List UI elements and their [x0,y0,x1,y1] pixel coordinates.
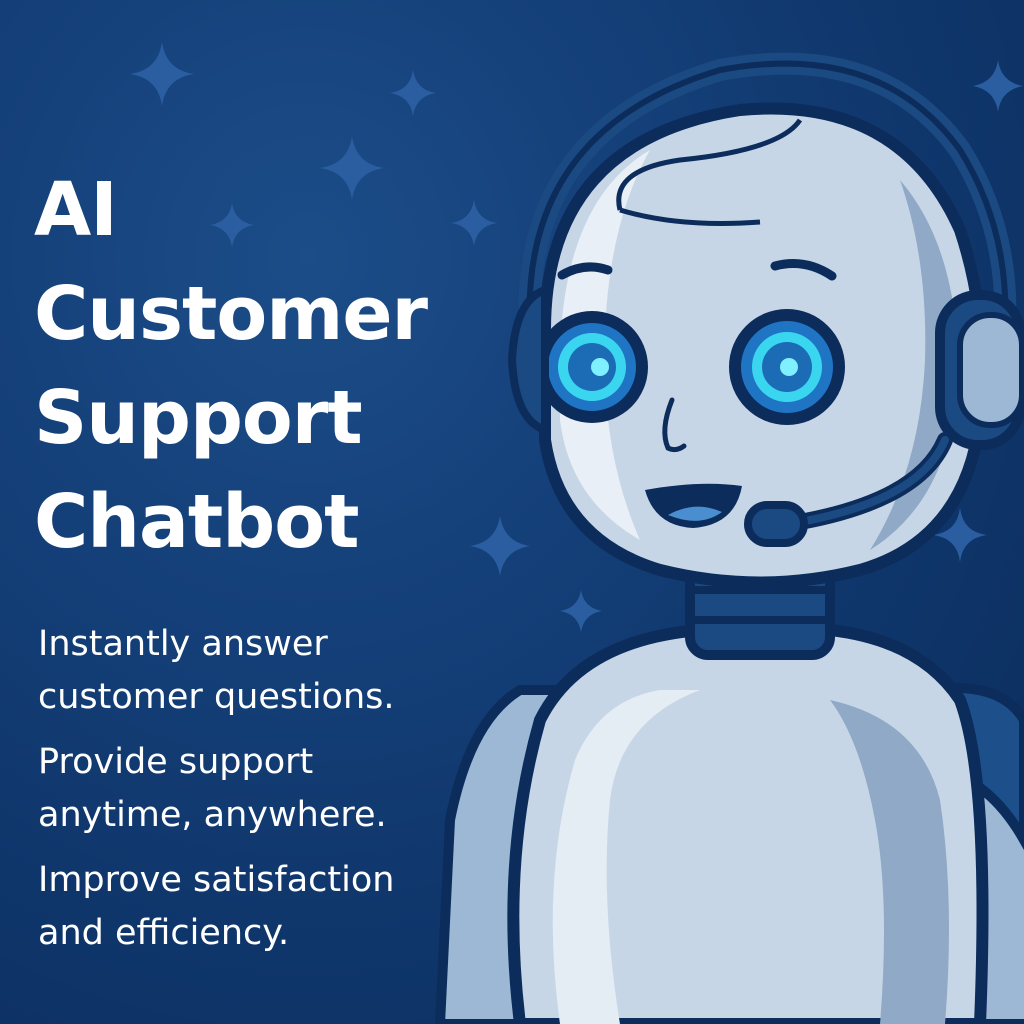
benefit-item: Provide support anytime, anywhere. [38,742,387,835]
headset-earpiece-left [507,284,549,436]
poster: AI Customer Support Chatbot Instantly an… [0,0,1024,1024]
headline-line: Support [34,375,363,461]
headset-earpiece-right [935,290,1024,450]
benefits-list: Instantly answer customer questions. Pro… [38,618,458,972]
benefit-item: Improve satisfaction and efficiency. [38,860,395,953]
robot-body [434,624,1024,1024]
headline-line: AI [34,167,118,253]
robot-eye-left [536,311,648,423]
robot-eye-right [729,309,845,425]
headline: AI Customer Support Chatbot [34,158,428,574]
benefit-item: Instantly answer customer questions. [38,624,395,717]
headline-line: Chatbot [34,479,359,565]
headline-line: Customer [34,271,428,357]
